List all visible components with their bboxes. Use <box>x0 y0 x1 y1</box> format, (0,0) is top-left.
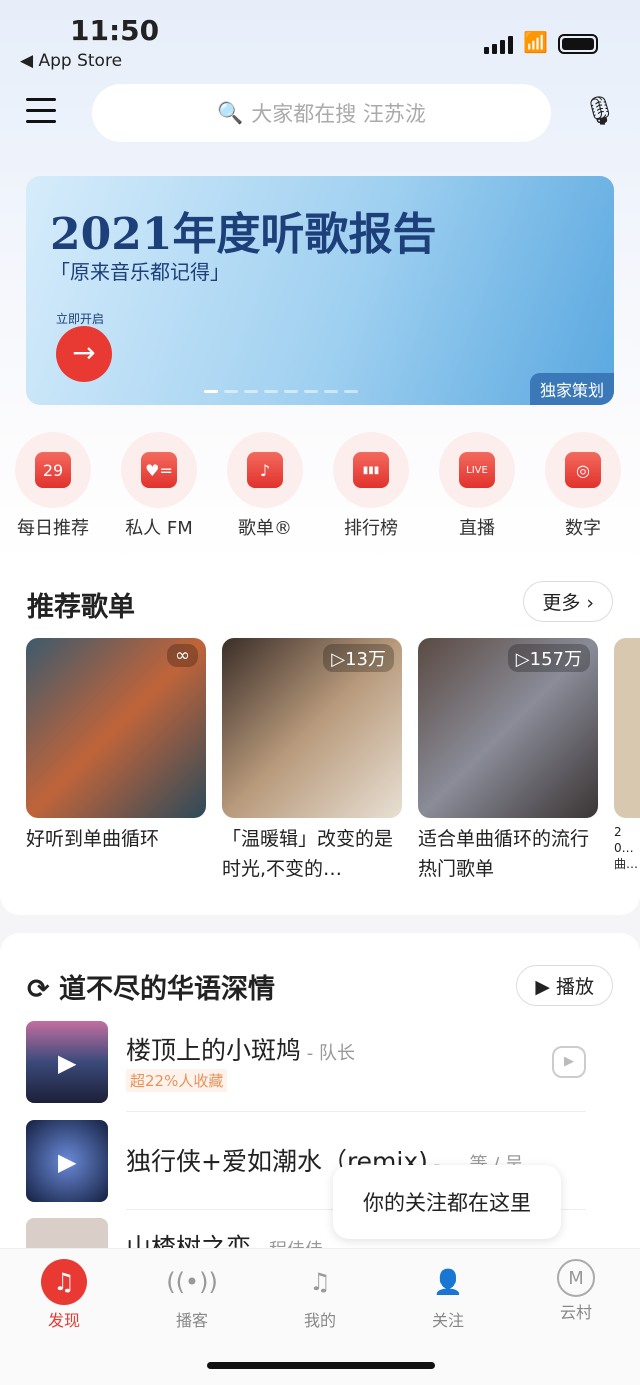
wifi-icon: 📶 <box>523 30 548 54</box>
calendar-icon: 29 <box>35 452 71 488</box>
banner[interactable]: 2021年度听歌报告 「原来音乐都记得」 立即开启 → 独家策划 <box>26 176 614 405</box>
radio-icon: ♥= <box>141 452 177 488</box>
play-icon: ▶ <box>58 1148 77 1176</box>
signal-icon <box>484 36 514 54</box>
home-indicator[interactable] <box>207 1362 435 1369</box>
search-input[interactable]: 🔍 大家都在搜 汪苏泷 <box>92 84 551 142</box>
carousel-dots <box>204 390 358 393</box>
playlist-card[interactable]: ▷157万 适合单曲循环的流行热门歌单 <box>418 638 598 884</box>
clock: 11:50 <box>70 14 160 47</box>
quick-digital[interactable]: ◎ 数字 <box>530 432 636 540</box>
back-to-app-store[interactable]: ◀ App Store <box>20 51 122 71</box>
menu-icon[interactable] <box>26 98 56 131</box>
refresh-icon[interactable]: ⟳ <box>27 974 50 1005</box>
play-button[interactable]: ▶ <box>552 1046 586 1078</box>
follow-icon: 👤 <box>433 1268 463 1296</box>
quick-daily[interactable]: 29 每日推荐 <box>0 432 106 540</box>
follow-tooltip: 你的关注都在这里 <box>333 1165 561 1239</box>
status-bar: 11:50 ◀ App Store 📶 <box>0 0 640 80</box>
tab-discover[interactable]: ♫ 发现 <box>0 1249 128 1385</box>
live-icon: LIVE <box>459 452 495 488</box>
cloud-village-icon: M <box>557 1259 595 1297</box>
tab-cloud-village[interactable]: M 云村 <box>512 1249 640 1385</box>
search-icon: 🔍 <box>217 100 244 125</box>
playlist-icon: ♪ <box>247 452 283 488</box>
recommended-playlists: 推荐歌单 更多 › ∞ 好听到单曲循环 ▷13万 「温暖辑」改变的是时光,不变的… … <box>0 565 640 915</box>
song-row[interactable]: ▶ 楼顶上的小斑鸠 - 队长 超22%人收藏 ▶ <box>26 1021 586 1103</box>
quick-playlist[interactable]: ♪ 歌单® <box>212 432 318 540</box>
digital-icon: ◎ <box>565 452 601 488</box>
microphone-icon[interactable]: 🎙 <box>582 94 618 127</box>
arrow-right-icon[interactable]: → <box>56 326 112 382</box>
more-button[interactable]: 更多 › <box>523 581 613 622</box>
playlist-card[interactable]: ▷13万 「温暖辑」改变的是时光,不变的… <box>222 638 402 884</box>
quick-live[interactable]: LIVE 直播 <box>424 432 530 540</box>
play-all-button[interactable]: ▶ 播放 <box>516 965 613 1006</box>
quick-charts[interactable]: ▮▮▮ 排行榜 <box>318 432 424 540</box>
podcast-icon: ((•)) <box>166 1268 218 1296</box>
play-icon: ▶ <box>58 1049 77 1077</box>
music-note-icon: ♫ <box>309 1268 331 1296</box>
netease-logo-icon: ♫ <box>41 1259 87 1305</box>
playlist-card[interactable]: ∞ 好听到单曲循环 <box>26 638 206 884</box>
playlist-card[interactable]: 20…曲… <box>614 638 640 884</box>
battery-icon <box>558 34 598 54</box>
chart-icon: ▮▮▮ <box>353 452 389 488</box>
quick-fm[interactable]: ♥= 私人 FM <box>106 432 212 540</box>
